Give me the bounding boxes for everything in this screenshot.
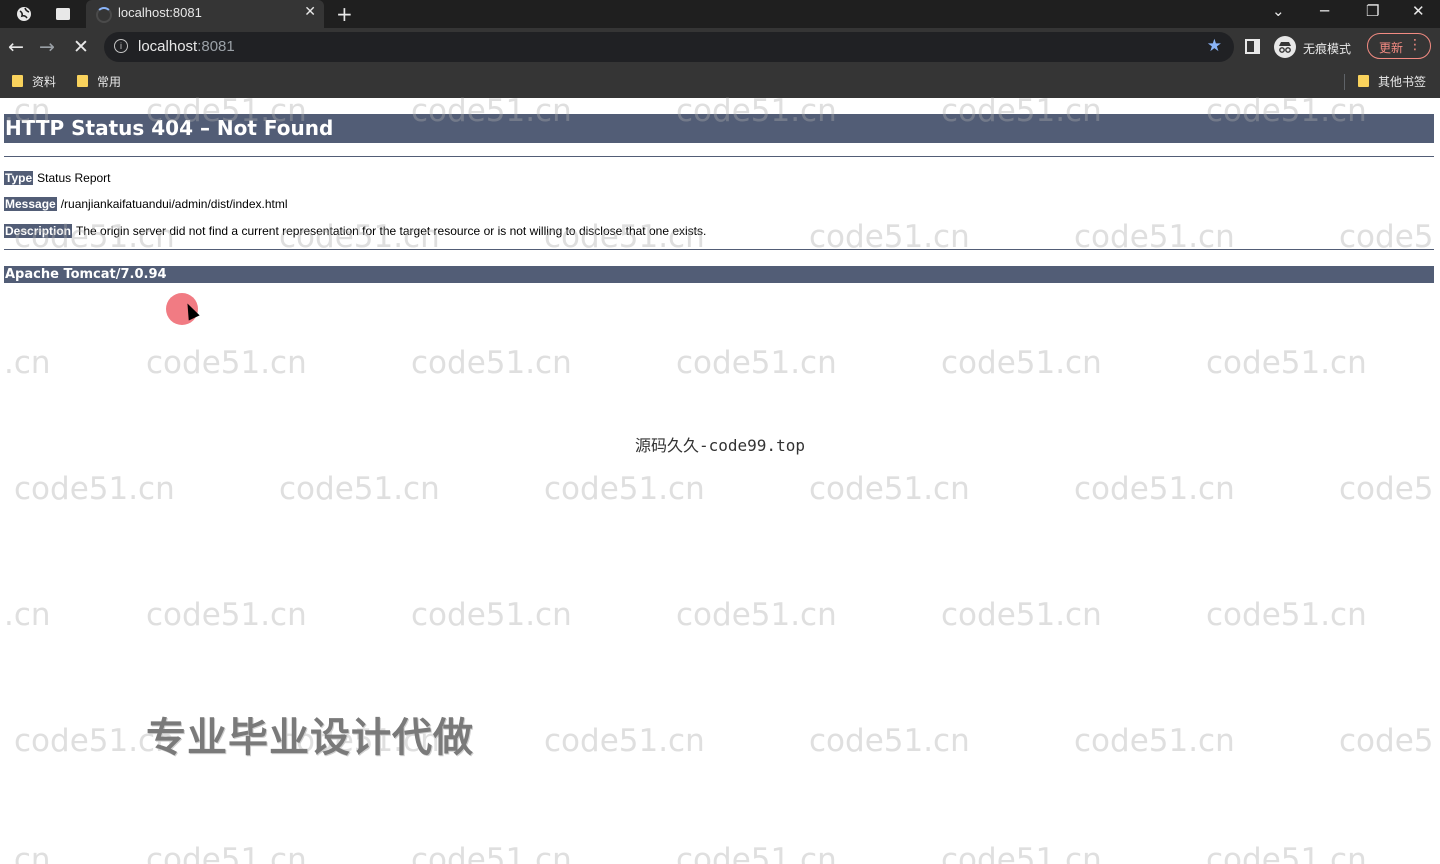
tab-search-icon[interactable]: [53, 4, 73, 24]
side-panel-icon[interactable]: [1245, 39, 1260, 54]
restore-button[interactable]: ❐: [1366, 2, 1379, 20]
divider: [4, 156, 1434, 157]
tab-strip: localhost:8081 ✕ + ⌄ ─ ❐ ✕: [0, 0, 1440, 28]
url-text[interactable]: localhost:8081: [138, 38, 235, 55]
type-row: Type Status Report: [4, 171, 111, 185]
description-key: Description: [4, 224, 73, 238]
server-footer: Apache Tomcat/7.0.94: [4, 266, 1434, 283]
message-value: /ruanjiankaifatuandui/admin/dist/index.h…: [60, 197, 288, 211]
type-key: Type: [4, 171, 34, 185]
message-row: Message/ruanjiankaifatuandui/admin/dist/…: [4, 197, 288, 211]
tab-list-chevron-icon[interactable]: ⌄: [1272, 2, 1285, 20]
back-arrow-icon[interactable]: ←: [8, 36, 24, 58]
url-host: localhost: [138, 38, 198, 55]
browser-toolbar: ← → ✕ i localhost:8081 ★ 无痕模式 更新 ⋮: [0, 28, 1440, 66]
divider: [4, 249, 1434, 250]
tab-close-icon[interactable]: ✕: [304, 4, 316, 20]
folder-icon: [77, 75, 88, 87]
type-value: Status Report: [37, 171, 111, 185]
update-label: 更新: [1379, 41, 1404, 55]
bookmark-star-icon[interactable]: ★: [1207, 36, 1222, 56]
page-content: HTTP Status 404 – Not Found Type Status R…: [0, 98, 1440, 864]
bookmarks-separator: [1344, 74, 1345, 90]
bookmark-label: 常用: [97, 75, 122, 89]
incognito-label[interactable]: 无痕模式: [1303, 40, 1351, 57]
incognito-icon[interactable]: [1274, 36, 1296, 58]
bookmark-label: 资料: [32, 75, 57, 89]
description-value: The origin server did not find a current…: [76, 224, 707, 238]
other-bookmarks[interactable]: 其他书签: [1358, 73, 1426, 90]
forward-arrow-icon[interactable]: →: [39, 36, 55, 58]
page-title: HTTP Status 404 – Not Found: [4, 114, 1434, 143]
loading-spinner-icon: [96, 7, 112, 23]
update-button[interactable]: 更新 ⋮: [1367, 33, 1431, 59]
bookmarks-bar: 资料 常用 其他书签: [0, 66, 1440, 98]
tab-title: localhost:8081: [118, 5, 202, 20]
window-close-button[interactable]: ✕: [1412, 2, 1425, 20]
description-row: Description The origin server did not fin…: [4, 224, 706, 238]
menu-dots-icon: ⋮: [1408, 37, 1422, 53]
new-tab-button[interactable]: +: [336, 2, 353, 26]
bookmark-folder-changyong[interactable]: 常用: [77, 73, 121, 90]
folder-icon: [1358, 75, 1369, 87]
minimize-button[interactable]: ─: [1320, 2, 1329, 20]
url-port: :8081: [197, 38, 235, 55]
site-info-icon[interactable]: i: [114, 39, 128, 53]
other-bookmarks-label: 其他书签: [1378, 75, 1427, 89]
tab-localhost[interactable]: localhost:8081 ✕: [86, 0, 324, 28]
folder-icon: [12, 75, 23, 87]
message-key: Message: [4, 197, 57, 211]
globe-icon[interactable]: [14, 4, 34, 24]
bookmark-folder-ziliao[interactable]: 资料: [12, 73, 56, 90]
address-bar[interactable]: i localhost:8081 ★: [104, 32, 1234, 62]
stop-loading-icon[interactable]: ✕: [73, 36, 89, 58]
